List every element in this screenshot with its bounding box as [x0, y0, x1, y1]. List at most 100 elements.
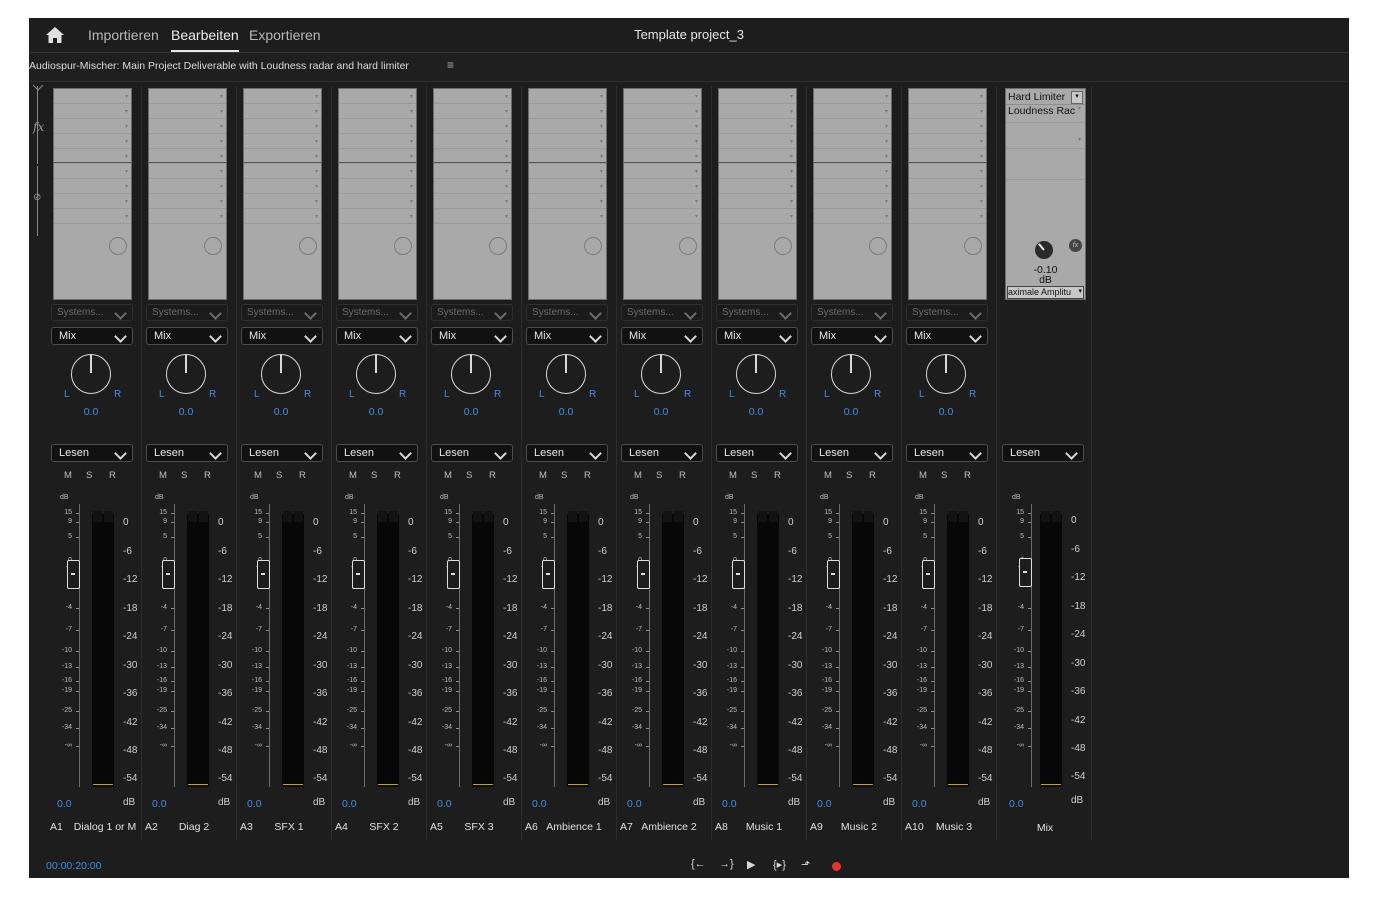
pan-knob[interactable]	[356, 354, 396, 394]
chevron-down-icon[interactable]: ▾	[220, 213, 223, 220]
pan-knob[interactable]	[546, 354, 586, 394]
automation-mode-select[interactable]: Lesen	[146, 444, 228, 462]
output-select[interactable]: Mix	[716, 327, 798, 345]
chevron-down-icon[interactable]: ▾	[505, 183, 508, 190]
record-button[interactable]: R	[584, 470, 591, 481]
chevron-down-icon[interactable]: ▾	[790, 138, 793, 145]
pan-value[interactable]: 0.0	[617, 406, 705, 418]
output-select[interactable]: Mix	[431, 327, 513, 345]
effect-param-select[interactable]: aximale Amplitu ▾	[1007, 286, 1084, 299]
volume-fader-handle[interactable]	[637, 560, 650, 589]
chevron-down-icon[interactable]: ▾	[980, 153, 983, 160]
send-assignment-select[interactable]: Systems...	[336, 304, 418, 321]
chevron-down-icon[interactable]: ▾	[790, 183, 793, 190]
pan-value[interactable]: 0.0	[712, 406, 800, 418]
pan-value[interactable]: 0.0	[47, 406, 135, 418]
send-assignment-select[interactable]: Systems...	[811, 304, 893, 321]
volume-fader-handle[interactable]	[732, 560, 745, 589]
chevron-down-icon[interactable]: ▾	[125, 198, 128, 205]
chevron-down-icon[interactable]: ▾	[600, 108, 603, 115]
automation-mode-select[interactable]: Lesen	[241, 444, 323, 462]
solo-button[interactable]: S	[751, 470, 757, 481]
volume-value[interactable]: 0.0	[57, 798, 72, 810]
send-assignment-select[interactable]: Systems...	[621, 304, 703, 321]
send-level-knob[interactable]	[774, 237, 792, 255]
pan-knob[interactable]	[736, 354, 776, 394]
chevron-down-icon[interactable]: ▾	[885, 198, 888, 205]
solo-button[interactable]: S	[181, 470, 187, 481]
mute-button[interactable]: M	[729, 470, 737, 481]
mute-button[interactable]: M	[919, 470, 927, 481]
chevron-down-icon[interactable]: ▾	[695, 213, 698, 220]
chevron-down-icon[interactable]: ▾	[695, 168, 698, 175]
chevron-down-icon[interactable]: ▾	[315, 123, 318, 130]
volume-fader-handle[interactable]	[67, 560, 80, 589]
chevron-down-icon[interactable]: ▾	[885, 123, 888, 130]
chevron-down-icon[interactable]: ▾	[790, 168, 793, 175]
send-level-knob[interactable]	[489, 237, 507, 255]
chevron-down-icon[interactable]: ▾	[695, 183, 698, 190]
collapse-arrow-icon[interactable]	[32, 84, 44, 92]
solo-button[interactable]: S	[371, 470, 377, 481]
automation-mode-select[interactable]: Lesen	[811, 444, 893, 462]
pan-value[interactable]: 0.0	[237, 406, 325, 418]
volume-value[interactable]: 0.0	[532, 798, 547, 810]
chevron-down-icon[interactable]: ▾	[505, 138, 508, 145]
chevron-down-icon[interactable]: ▾	[125, 123, 128, 130]
volume-value[interactable]: 0.0	[247, 798, 262, 810]
go-to-in-icon[interactable]: {▸}	[773, 858, 786, 871]
chevron-down-icon[interactable]: ▾	[1071, 91, 1083, 104]
send-assignment-select[interactable]: Systems...	[431, 304, 513, 321]
chevron-down-icon[interactable]: ▾	[980, 108, 983, 115]
chevron-down-icon[interactable]: ▾	[220, 93, 223, 100]
volume-fader-handle[interactable]	[352, 560, 365, 589]
chevron-down-icon[interactable]: ▾	[885, 213, 888, 220]
pan-knob[interactable]	[261, 354, 301, 394]
record-button[interactable]: R	[869, 470, 876, 481]
send-level-knob[interactable]	[394, 237, 412, 255]
chevron-down-icon[interactable]: ▾	[410, 93, 413, 100]
send-level-knob[interactable]	[869, 237, 887, 255]
chevron-down-icon[interactable]: ▾	[790, 213, 793, 220]
pan-knob[interactable]	[831, 354, 871, 394]
chevron-down-icon[interactable]: ▾	[790, 153, 793, 160]
chevron-down-icon[interactable]: ▾	[220, 108, 223, 115]
volume-fader-handle[interactable]	[257, 560, 270, 589]
pan-value[interactable]: 0.0	[142, 406, 230, 418]
chevron-down-icon[interactable]: ▾	[885, 153, 888, 160]
send-assignment-select[interactable]: Systems...	[146, 304, 228, 321]
chevron-down-icon[interactable]: ▾	[410, 108, 413, 115]
hamburger-menu-icon[interactable]: ≡	[447, 58, 454, 72]
chevron-down-icon[interactable]: ▾	[315, 183, 318, 190]
volume-value[interactable]: 0.0	[722, 798, 737, 810]
chevron-down-icon[interactable]: ▾	[600, 198, 603, 205]
record-button[interactable]: R	[204, 470, 211, 481]
chevron-down-icon[interactable]: ▾	[695, 123, 698, 130]
chevron-down-icon[interactable]: ▾	[410, 138, 413, 145]
volume-fader-handle[interactable]	[542, 560, 555, 589]
chevron-down-icon[interactable]: ▾	[600, 153, 603, 160]
volume-value[interactable]: 0.0	[437, 798, 452, 810]
send-level-knob[interactable]	[299, 237, 317, 255]
chevron-down-icon[interactable]: ▾	[695, 93, 698, 100]
chevron-down-icon[interactable]: ▾	[980, 138, 983, 145]
pan-value[interactable]: 0.0	[427, 406, 515, 418]
pan-value[interactable]: 0.0	[902, 406, 990, 418]
chevron-down-icon[interactable]: ▾	[695, 198, 698, 205]
chevron-down-icon[interactable]: ▾	[315, 108, 318, 115]
mute-button[interactable]: M	[634, 470, 642, 481]
volume-value[interactable]: 0.0	[152, 798, 167, 810]
pan-knob[interactable]	[166, 354, 206, 394]
chevron-down-icon[interactable]: ▾	[220, 183, 223, 190]
volume-value[interactable]: 0.0	[627, 798, 642, 810]
output-select[interactable]: Mix	[906, 327, 988, 345]
automation-mode-select[interactable]: Lesen	[526, 444, 608, 462]
chevron-down-icon[interactable]: ▾	[980, 198, 983, 205]
chevron-down-icon[interactable]: ▾	[125, 168, 128, 175]
chevron-down-icon[interactable]: ▾	[790, 123, 793, 130]
output-select[interactable]: Mix	[336, 327, 418, 345]
record-button[interactable]: R	[679, 470, 686, 481]
chevron-down-icon[interactable]: ▾	[410, 168, 413, 175]
effect-slot-loudness-radar[interactable]: Loudness Rac ▾	[1006, 105, 1085, 118]
effect-slot-hard-limiter[interactable]: Hard Limiter ▾	[1006, 91, 1085, 105]
